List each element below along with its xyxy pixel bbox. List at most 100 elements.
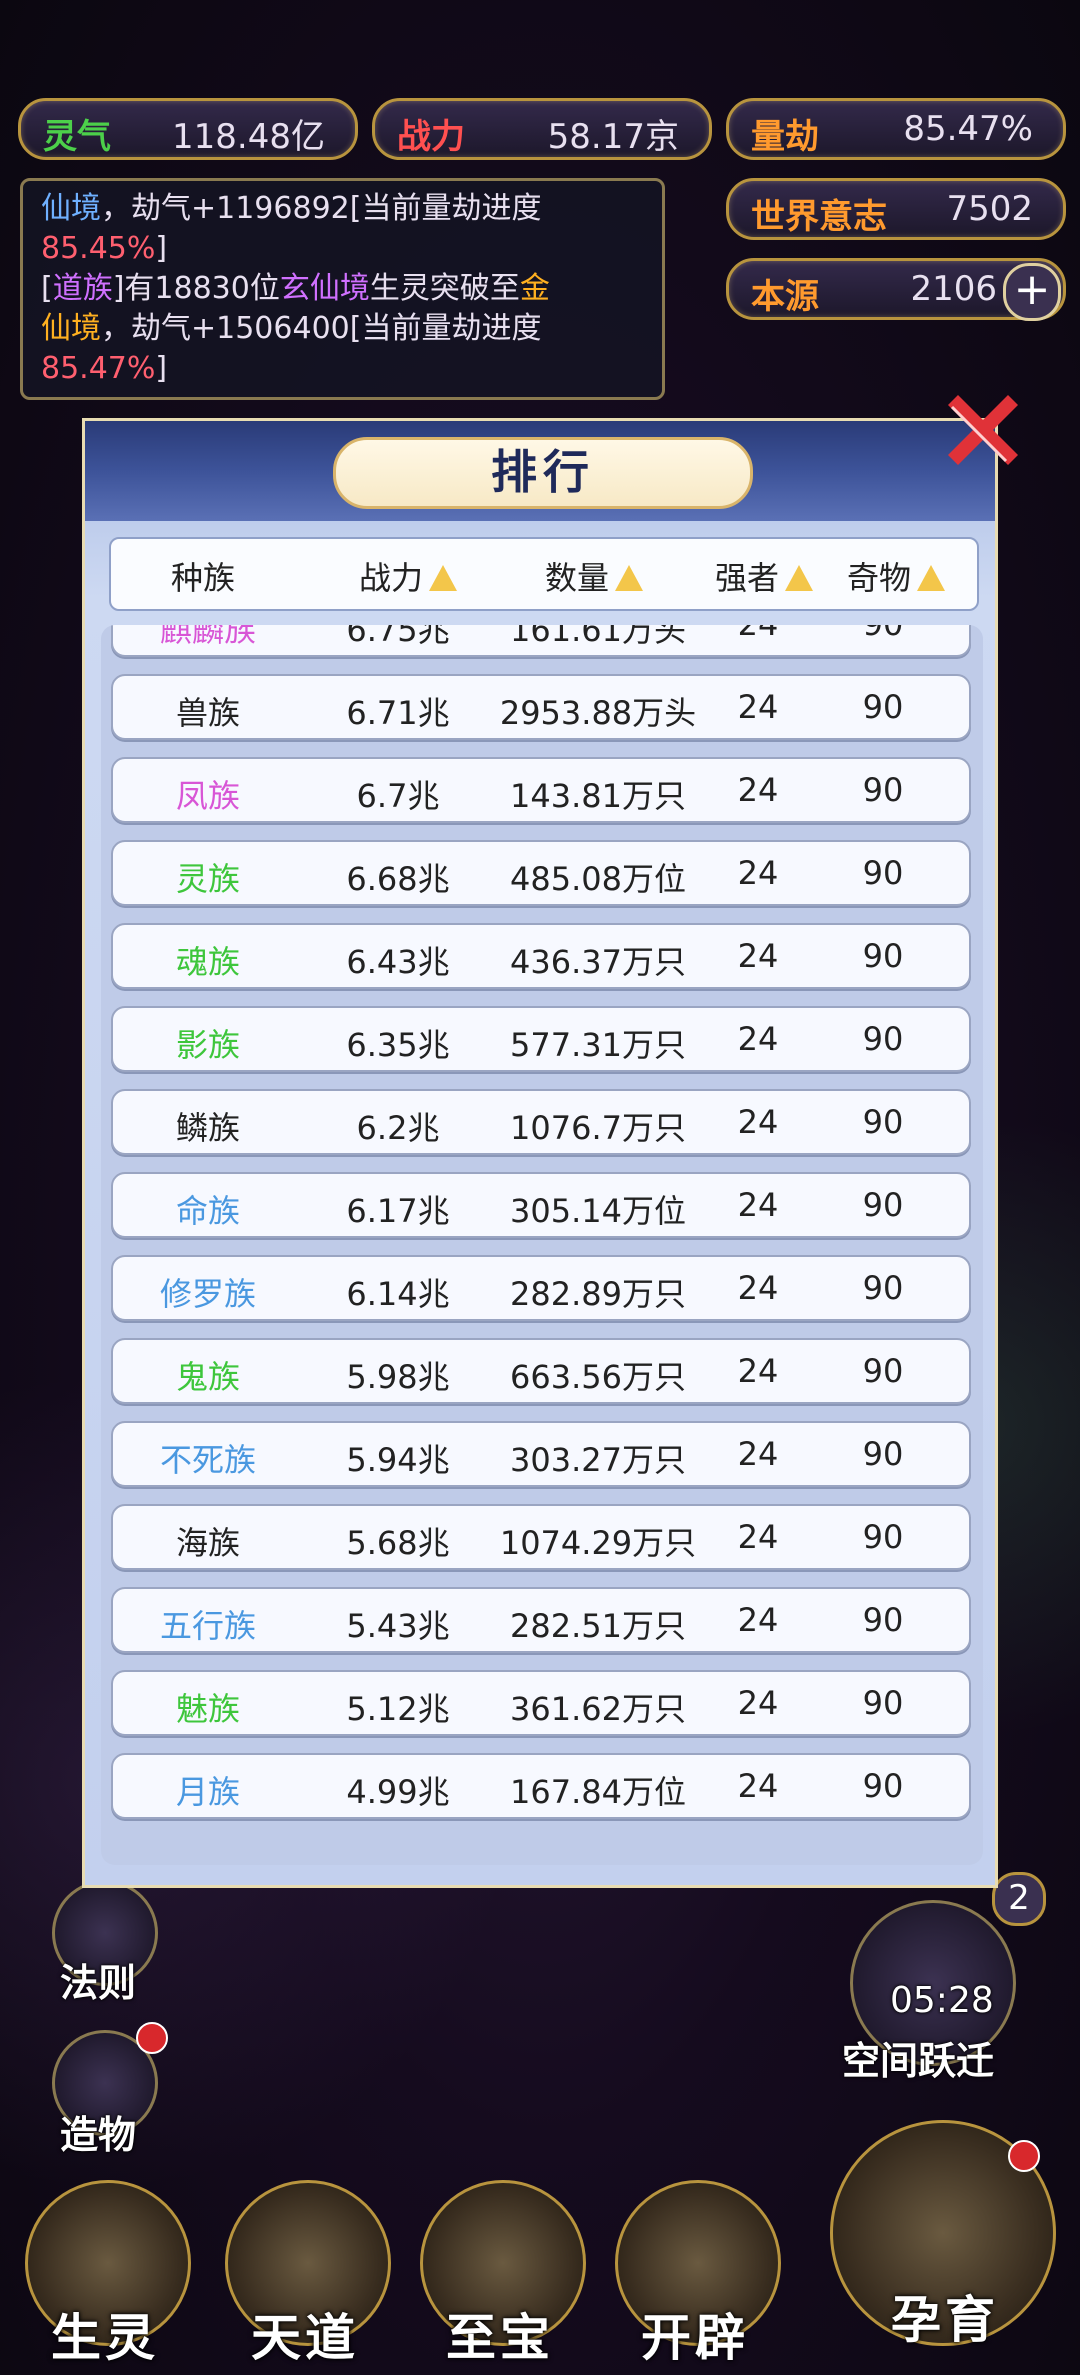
header-count-sort[interactable]: 数量 (545, 553, 644, 599)
strong-value: 24 (713, 625, 803, 643)
resource-liangjie[interactable]: 量劫 85.47% (726, 98, 1066, 160)
nav-label: 孕育 (891, 2291, 999, 2349)
header-strong-sort[interactable]: 强者 (715, 553, 814, 599)
power-value: 5.12兆 (346, 1690, 450, 1728)
items-value: 90 (862, 1601, 904, 1639)
ranking-row[interactable]: 麒麟族 6.75兆 161.61万头 24 90 (111, 625, 971, 657)
ranking-row[interactable]: 魅族 5.12兆 361.62万只 24 90 (111, 1670, 971, 1736)
fa-ze-label: 法则 (60, 1961, 137, 2005)
resource-zhanli[interactable]: 战力 58.17京 (372, 98, 712, 160)
resource-lingqi[interactable]: 灵气 118.48亿 (18, 98, 358, 160)
race-name: 灵族 (175, 860, 240, 898)
ranking-row[interactable]: 五行族 5.43兆 282.51万只 24 90 (111, 1587, 971, 1653)
resource-label: 灵气 (43, 117, 111, 157)
power-value: 6.71兆 (346, 694, 450, 732)
ranking-row[interactable]: 鬼族 5.98兆 663.56万只 24 90 (111, 1338, 971, 1404)
ranking-row[interactable]: 魂族 6.43兆 436.37万只 24 90 (111, 923, 971, 989)
items-value: 90 (862, 1103, 904, 1141)
items-value: 90 (862, 1352, 904, 1390)
log-text: 仙境 (41, 311, 101, 346)
ranking-modal: 排行 种族 战力 数量 强者 奇物 麒麟族6.75兆161.61万头2490兽族… (82, 418, 998, 1888)
race-name: 影族 (175, 1026, 240, 1064)
count-value: 303.27万只 (510, 1441, 686, 1479)
ranking-row[interactable]: 修罗族 6.14兆 282.89万只 24 90 (111, 1255, 971, 1321)
nav-zhibao[interactable]: 至宝 (405, 2180, 595, 2370)
modal-title: 排行 (333, 437, 753, 509)
log-text: 道族 (52, 271, 113, 306)
count-value: 485.08万位 (510, 860, 686, 898)
ranking-row[interactable]: 海族 5.68兆 1074.29万只 24 90 (111, 1504, 971, 1570)
ranking-row[interactable]: 兽族 6.71兆 2953.88万头 24 90 (111, 674, 971, 740)
log-text: ] (155, 351, 168, 386)
count-value: 1076.7万只 (510, 1109, 686, 1147)
nav-shengling[interactable]: 生灵 (10, 2180, 200, 2370)
count-value: 305.14万位 (510, 1192, 686, 1230)
race-name: 五行族 (159, 1607, 256, 1645)
space-jump-badge: 2 (992, 1872, 1046, 1926)
ranking-row[interactable]: 月族 4.99兆 167.84万位 24 90 (111, 1753, 971, 1819)
resource-value: 85.47% (903, 109, 1033, 149)
ranking-row[interactable]: 影族 6.35兆 577.31万只 24 90 (111, 1006, 971, 1072)
items-value: 90 (862, 1684, 904, 1722)
ranking-row[interactable]: 凤族 6.7兆 143.81万只 24 90 (111, 757, 971, 823)
nav-kaipi[interactable]: 开辟 (600, 2180, 790, 2370)
items-value: 90 (813, 625, 953, 643)
resource-label: 战力 (397, 117, 465, 157)
strong-value: 24 (737, 1269, 779, 1307)
nav-tiandao[interactable]: 天道 (210, 2180, 400, 2370)
ranking-row[interactable]: 鳞族 6.2兆 1076.7万只 24 90 (111, 1089, 971, 1155)
race-name: 修罗族 (159, 1275, 256, 1313)
sort-arrow-icon (917, 565, 946, 591)
nav-label: 至宝 (446, 2309, 554, 2367)
power-value: 6.14兆 (346, 1275, 450, 1313)
header-power-sort[interactable]: 战力 (359, 553, 458, 599)
race-name: 鳞族 (175, 1109, 240, 1147)
items-value: 90 (862, 771, 904, 809)
strong-value: 24 (737, 1767, 779, 1805)
power-value: 5.43兆 (346, 1607, 450, 1645)
items-value: 90 (862, 1767, 904, 1805)
table-header: 种族 战力 数量 强者 奇物 (109, 537, 979, 611)
race-name: 凤族 (175, 777, 240, 815)
resource-world-will[interactable]: 世界意志 7502 (726, 178, 1066, 240)
power-value: 6.68兆 (346, 860, 450, 898)
resource-benyuan[interactable]: 本源 2106 + (726, 258, 1066, 321)
power-value: 6.75兆 (346, 625, 450, 649)
strong-value: 24 (737, 854, 779, 892)
items-value: 90 (862, 1020, 904, 1058)
power-value: 6.2兆 (356, 1109, 440, 1147)
strong-value: 24 (737, 771, 779, 809)
nav-label: 开辟 (641, 2309, 749, 2367)
ranking-row[interactable]: 命族 6.17兆 305.14万位 24 90 (111, 1172, 971, 1238)
power-value: 5.98兆 (346, 1358, 450, 1396)
power-value: 4.99兆 (346, 1773, 450, 1811)
log-text: [ (41, 271, 53, 306)
ranking-row[interactable]: 不死族 5.94兆 303.27万只 24 90 (111, 1421, 971, 1487)
count-value: 282.89万只 (510, 1275, 686, 1313)
resource-value: 58.17京 (547, 117, 679, 157)
header-items: 奇物 (847, 559, 912, 597)
ranking-row[interactable]: 灵族 6.68兆 485.08万位 24 90 (111, 840, 971, 906)
strong-value: 24 (737, 1684, 779, 1722)
items-value: 90 (862, 1435, 904, 1473)
ranking-list[interactable]: 麒麟族 6.75兆 161.61万头 24 90 兽族 6.71兆 2953.88万头 24 90… (101, 625, 983, 1865)
power-value: 6.35兆 (346, 1026, 450, 1064)
add-benyuan-button[interactable]: + (1003, 263, 1061, 321)
log-text: 金 (519, 271, 550, 306)
notification-dot (136, 2022, 168, 2054)
header-items-sort[interactable]: 奇物 (847, 553, 946, 599)
close-icon[interactable] (938, 385, 1028, 475)
strong-value: 24 (737, 1518, 779, 1556)
log-text: 85.45% (41, 231, 156, 266)
log-text: ，劫气+1506400[当前量劫进度 (101, 311, 542, 346)
count-value: 577.31万只 (510, 1026, 686, 1064)
log-text: ]有18830位 (112, 271, 280, 306)
resource-label: 量劫 (751, 117, 819, 157)
strong-value: 24 (737, 688, 779, 726)
resource-value: 118.48亿 (172, 117, 325, 157)
log-text: ] (155, 231, 168, 266)
power-value: 6.43兆 (346, 943, 450, 981)
sort-arrow-icon (615, 565, 644, 591)
race-name: 不死族 (159, 1441, 256, 1479)
race-name: 月族 (175, 1773, 240, 1811)
